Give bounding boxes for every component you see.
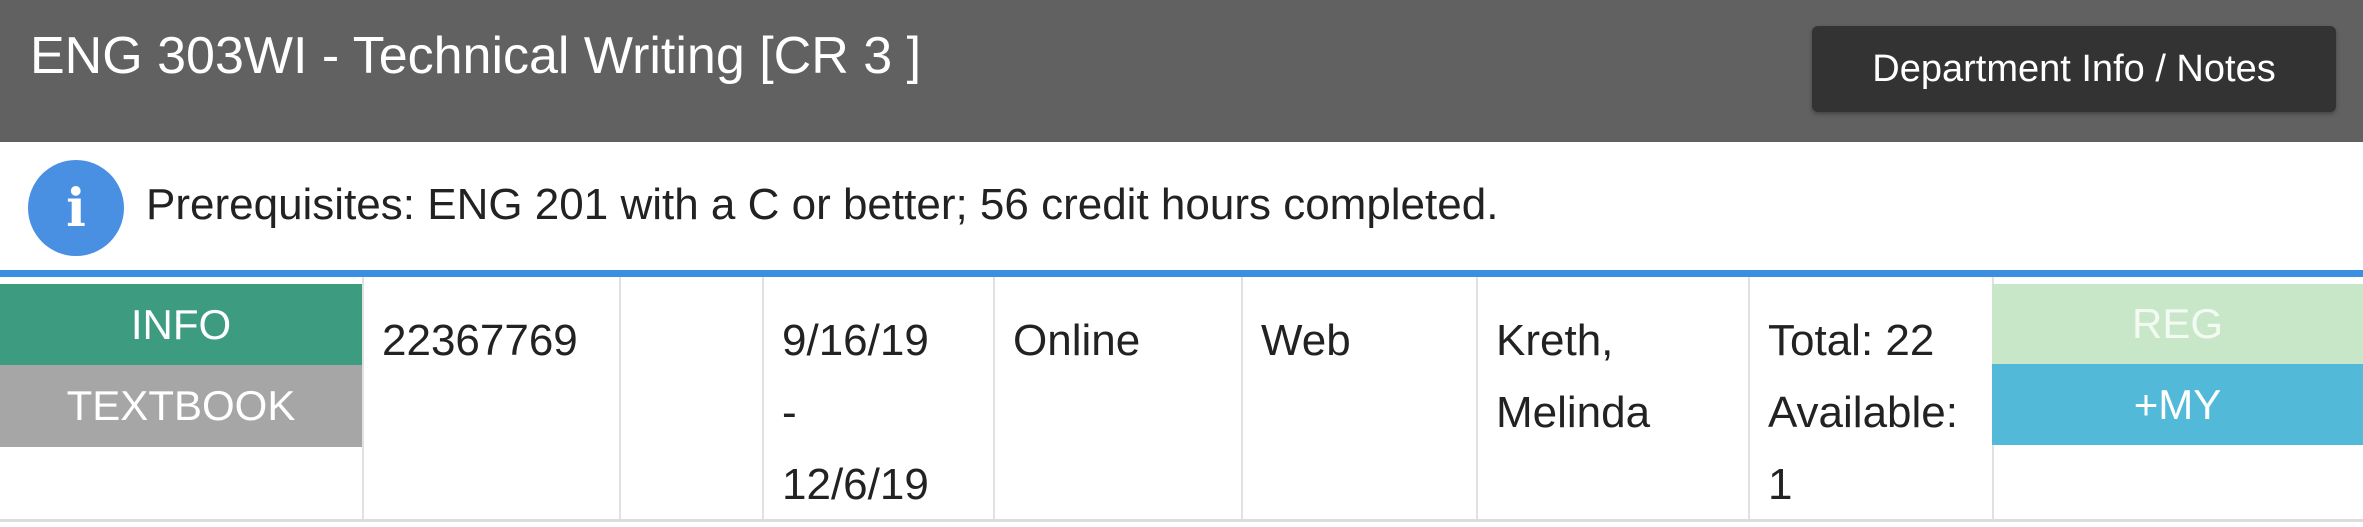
instructor-last: Kreth, bbox=[1496, 316, 1614, 365]
days-cell bbox=[619, 277, 762, 519]
course-title: ENG 303WI - Technical Writing [CR 3 ] bbox=[30, 27, 922, 85]
prerequisites-text: Prerequisites: ENG 201 with a C or bette… bbox=[146, 180, 1499, 229]
instructor-cell: Kreth, Melinda bbox=[1476, 277, 1748, 519]
instructor-first: Melinda bbox=[1496, 388, 1651, 437]
divider bbox=[0, 270, 2363, 277]
info-icon: i bbox=[28, 160, 124, 256]
dates-cell: 9/16/19 - 12/6/19 bbox=[762, 277, 993, 519]
add-to-my-schedule-button[interactable]: +MY bbox=[1992, 364, 2363, 445]
register-button[interactable]: REG bbox=[1992, 284, 2363, 364]
date-separator: - bbox=[782, 388, 797, 437]
info-button[interactable]: INFO bbox=[0, 284, 362, 365]
department-info-button[interactable]: Department Info / Notes bbox=[1812, 26, 2336, 112]
seats-available-value: 1 bbox=[1768, 460, 1793, 509]
date-end: 12/6/19 bbox=[782, 460, 929, 509]
location-cell: Online bbox=[993, 277, 1241, 519]
seats-cell: Total: 22 Available: 1 bbox=[1748, 277, 1992, 519]
textbook-button[interactable]: TEXTBOOK bbox=[0, 365, 362, 447]
crn-cell: 22367769 bbox=[362, 277, 619, 519]
method-cell: Web bbox=[1241, 277, 1476, 519]
crn-value: 22367769 bbox=[382, 316, 578, 365]
seats-total: Total: 22 bbox=[1768, 316, 1935, 365]
location-value: Online bbox=[1013, 316, 1141, 365]
method-value: Web bbox=[1261, 316, 1351, 365]
seats-available-label: Available: bbox=[1768, 388, 1958, 437]
date-start: 9/16/19 bbox=[782, 316, 929, 365]
